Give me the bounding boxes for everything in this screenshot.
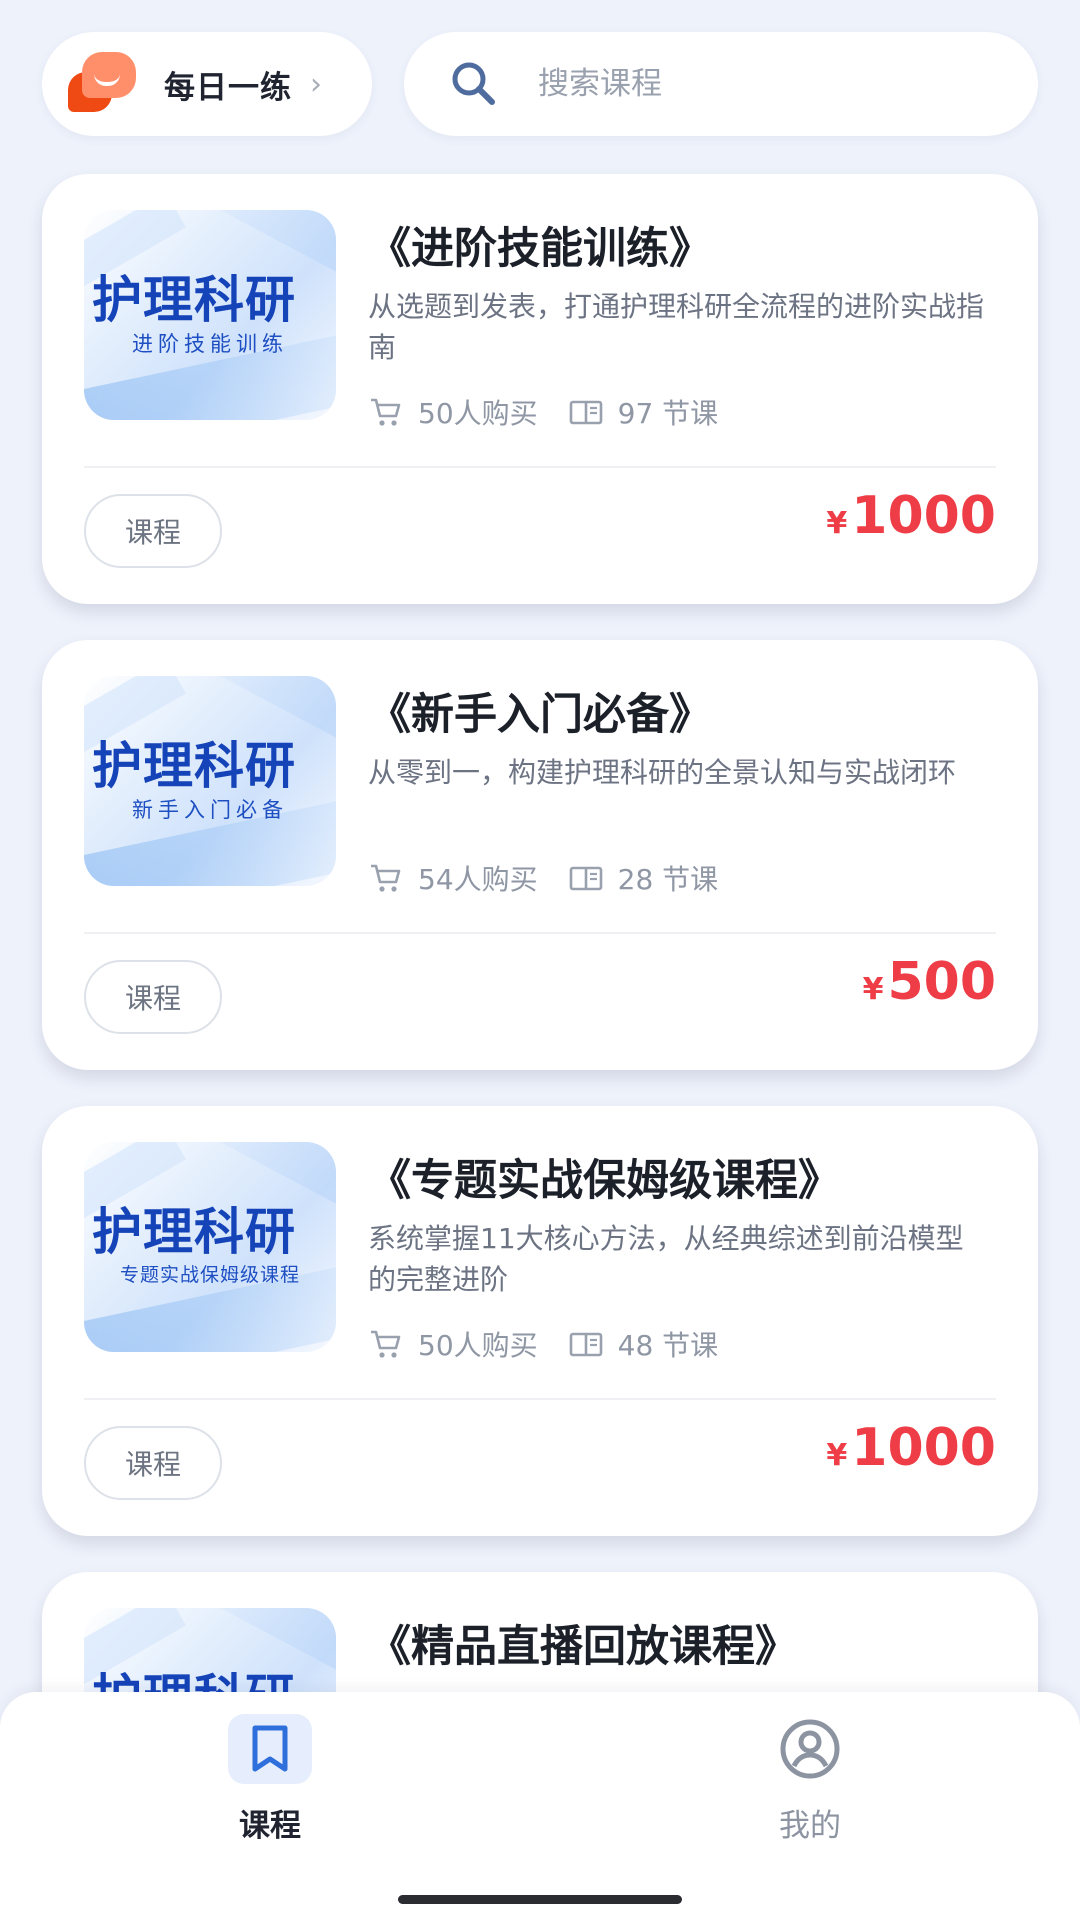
divider [84,932,996,934]
cart-icon [371,1330,401,1358]
course-description: 从选题到发表，打通护理科研全流程的进阶实战指南 [368,290,985,364]
lessons-count: 28 节课 [617,863,719,896]
search-icon [452,62,495,105]
thumbnail-title: 护理科研 [92,736,296,795]
course-title: 《专题实战保姆级课程》 [368,1156,841,1206]
course-tag-button[interactable]: 课程 [84,960,222,1034]
course-meta: 50人购买 48 节课 [368,1324,718,1364]
course-price: ¥ 500 [863,952,996,1012]
course-list-screen: 每日一练 › 护理科研 进阶技能训练 《进阶技能训练》 从选题到发表，打通护理科… [0,0,1080,1920]
course-meta: 50人购买 97 节课 [368,392,718,432]
book-icon [569,866,602,891]
thumbnail-subtitle: 新手入门必备 [132,798,288,822]
divider [84,1398,996,1400]
course-card[interactable]: 护理科研 进阶技能训练 《进阶技能训练》 从选题到发表，打通护理科研全流程的进阶… [42,174,1038,604]
tab-profile[interactable]: 我的 [710,1714,910,1845]
course-title: 《新手入门必备》 [368,690,712,740]
course-card[interactable]: 护理科研 新手入门必备 《新手入门必备》 从零到一，构建护理科研的全景认知与实战… [42,640,1038,1070]
course-title: 《进阶技能训练》 [368,224,712,274]
cart-icon [371,864,401,892]
buyers-count: 50人购买 [418,397,538,430]
divider [84,466,996,468]
home-indicator[interactable] [398,1895,682,1904]
course-thumbnail: 护理科研 专题实战保姆级课程 [84,1142,336,1352]
course-price: ¥ 1000 [826,1418,996,1478]
tab-profile-label: 我的 [779,1808,841,1844]
currency-symbol: ¥ [826,506,848,541]
thumbnail-title: 护理科研 [92,270,296,329]
thumbnail-title: 护理科研 [92,1202,296,1261]
buyers-count: 50人购买 [418,1329,538,1362]
course-description: 系统掌握11大核心方法，从经典综述到前沿模型的完整进阶 [368,1222,964,1296]
course-thumbnail: 护理科研 新手入门必备 [84,676,336,886]
search-bar[interactable] [404,32,1038,136]
bottom-tab-bar: 课程 我的 [0,1692,1080,1920]
bookmark-icon [252,1725,288,1772]
price-amount: 1000 [851,486,996,546]
lessons-count: 97 节课 [617,397,719,430]
price-amount: 500 [887,952,996,1012]
buyers-count: 54人购买 [418,863,538,896]
currency-symbol: ¥ [826,1438,848,1473]
book-icon [569,1332,602,1357]
course-description: 从零到一，构建护理科研的全景认知与实战闭环 [368,756,957,789]
chevron-right-icon: › [310,66,322,102]
cart-icon [371,398,401,426]
course-tag-button[interactable]: 课程 [84,494,222,568]
daily-practice-button[interactable]: 每日一练 › [42,32,372,136]
book-icon [569,400,602,425]
course-thumbnail: 护理科研 进阶技能训练 [84,210,336,420]
course-tag-button[interactable]: 课程 [84,1426,222,1500]
course-price: ¥ 1000 [826,486,996,546]
course-meta: 54人购买 28 节课 [368,858,718,898]
tab-courses-label: 课程 [239,1808,301,1844]
daily-practice-label: 每日一练 [164,69,292,106]
tab-courses[interactable]: 课程 [170,1714,370,1845]
user-circle-icon [780,1719,840,1779]
currency-symbol: ¥ [862,972,884,1007]
thumbnail-subtitle: 专题实战保姆级课程 [119,1264,300,1286]
course-card[interactable]: 护理科研 专题实战保姆级课程 《专题实战保姆级课程》 系统掌握11大核心方法，从… [42,1106,1038,1536]
thumbnail-subtitle: 进阶技能训练 [132,332,288,356]
lessons-count: 48 节课 [617,1329,719,1362]
price-amount: 1000 [851,1418,996,1478]
chat-bubbles-icon [68,52,148,116]
search-input[interactable] [536,65,980,103]
course-title: 《精品直播回放课程》 [368,1622,798,1672]
